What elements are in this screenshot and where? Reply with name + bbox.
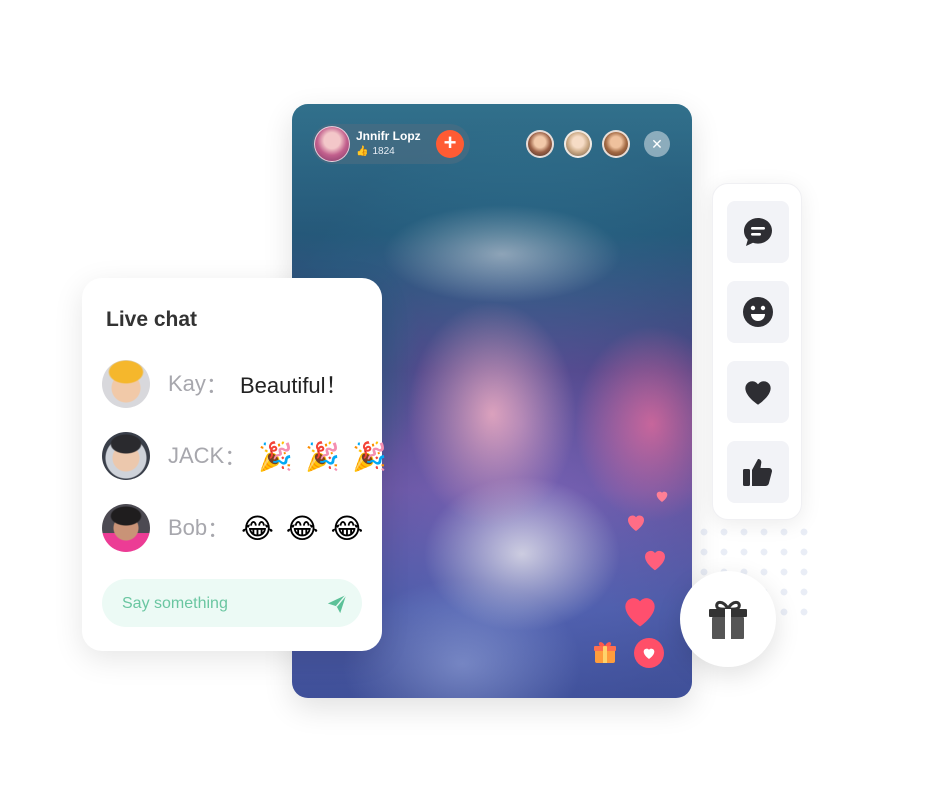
laughing-emoji: 😂: [241, 512, 274, 544]
heart-icon: [745, 381, 771, 405]
laughing-emoji: 😂: [285, 512, 319, 544]
party-popper-emoji: 🎉: [352, 440, 387, 472]
host-name: Jnnifr Lopz: [356, 129, 421, 143]
chat-message: Kay ： Beautiful！: [102, 360, 348, 408]
viewer-avatar[interactable]: [526, 130, 554, 158]
chat-composer: [102, 579, 362, 629]
chat-separator: ：: [224, 445, 247, 470]
user-avatar[interactable]: [102, 360, 150, 408]
like-button[interactable]: [727, 361, 789, 423]
laughing-emoji: 😂: [330, 512, 364, 544]
thumbs-up-icon: 👍: [356, 146, 369, 157]
party-popper-emoji: 🎉: [305, 440, 341, 472]
floating-heart-icon: [625, 598, 655, 627]
chat-message: JACK ： 🎉 🎉 🎉: [102, 432, 399, 480]
thumbs-up-button[interactable]: [727, 441, 789, 503]
viewer-avatar[interactable]: [564, 130, 592, 158]
chat-username: Bob: [168, 515, 208, 540]
send-icon[interactable]: [326, 593, 348, 615]
send-gift-button[interactable]: [680, 571, 776, 667]
chat-bubble-icon: [744, 218, 772, 246]
floating-heart-icon: [656, 491, 668, 502]
chat-username: Kay: [168, 371, 206, 396]
chat-input[interactable]: [120, 579, 314, 629]
thumbs-up-icon: [743, 459, 773, 486]
emoji-button[interactable]: [727, 281, 789, 343]
party-popper-emoji: 🎉: [258, 440, 294, 472]
chat-username: JACK: [168, 443, 225, 468]
like-heart-button[interactable]: [634, 638, 664, 668]
viewer-avatar[interactable]: [602, 130, 630, 158]
chat-message: Bob ： 😂 😂 😂: [102, 504, 375, 552]
chat-separator: ：: [205, 373, 228, 398]
heart-icon: [643, 648, 655, 659]
reaction-panel: [712, 183, 802, 520]
user-avatar[interactable]: [102, 432, 150, 480]
smiley-icon: [743, 297, 773, 327]
host-avatar[interactable]: [314, 126, 350, 162]
floating-heart-icon: [628, 515, 644, 531]
chat-separator: ：: [207, 517, 230, 542]
gift-icon: [709, 600, 747, 639]
follow-button[interactable]: +: [436, 130, 464, 158]
chat-title: Live chat: [106, 308, 198, 331]
chat-text: Beautiful！: [239, 373, 348, 398]
host-like-count: 👍 1824: [356, 146, 395, 157]
live-chat-panel: Live chat Kay ： Beautiful！ JACK ： 🎉 🎉 🎉 …: [82, 278, 387, 651]
comment-button[interactable]: [727, 201, 789, 263]
close-icon[interactable]: ✕: [644, 131, 670, 157]
user-avatar[interactable]: [102, 504, 150, 552]
gift-icon[interactable]: [592, 639, 618, 665]
floating-heart-icon: [645, 550, 665, 571]
host-count-value: 1824: [372, 146, 395, 157]
